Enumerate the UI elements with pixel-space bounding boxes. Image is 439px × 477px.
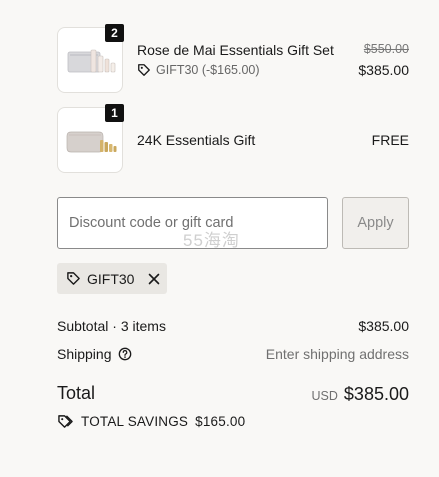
currency-code: USD xyxy=(311,389,338,403)
subtotal-label: Subtotal · 3 items xyxy=(57,318,166,334)
item-discount: GIFT30 (-$165.00) xyxy=(137,63,260,77)
question-circle-icon[interactable] xyxy=(118,347,132,361)
applied-discount-chip: GIFT30 xyxy=(57,263,167,294)
savings-label: TOTAL SAVINGS xyxy=(81,414,189,429)
product-thumbnail: 2 xyxy=(57,24,124,93)
tag-icon xyxy=(66,271,81,286)
line-item: 1 24K Essentials Gift FREE xyxy=(57,104,409,173)
line-item: 2 Rose de Mai Essentials Gift Set GIFT30… xyxy=(57,24,409,93)
shipping-label: Shipping xyxy=(57,346,112,362)
item-price: FREE xyxy=(371,132,409,148)
apply-button[interactable]: Apply xyxy=(342,197,409,249)
total-row: Total USD $385.00 xyxy=(57,383,409,404)
total-label: Total xyxy=(57,383,96,403)
product-thumbnail: 1 xyxy=(57,104,124,173)
tags-icon xyxy=(57,414,74,429)
quantity-badge: 2 xyxy=(105,24,124,42)
applied-discount-code: GIFT30 xyxy=(87,270,135,287)
savings-value: $165.00 xyxy=(195,414,246,429)
subtotal-value: $385.00 xyxy=(358,318,409,334)
shipping-value: Enter shipping address xyxy=(265,346,409,362)
item-price: $385.00 xyxy=(358,62,409,78)
total-savings-row: TOTAL SAVINGS $165.00 xyxy=(57,414,409,429)
total-value: $385.00 xyxy=(343,384,409,404)
watermark: 55海淘 xyxy=(183,231,240,250)
subtotal-row: Subtotal · 3 items $385.00 xyxy=(57,318,409,334)
product-name: 24K Essentials Gift xyxy=(137,132,256,148)
shipping-row: Shipping Enter shipping address xyxy=(57,346,409,362)
original-price: $550.00 xyxy=(363,42,409,56)
tag-icon xyxy=(137,63,151,77)
product-name: Rose de Mai Essentials Gift Set xyxy=(137,42,334,58)
quantity-badge: 1 xyxy=(105,104,124,122)
close-icon[interactable] xyxy=(148,273,160,285)
item-discount-text: GIFT30 (-$165.00) xyxy=(156,63,260,77)
